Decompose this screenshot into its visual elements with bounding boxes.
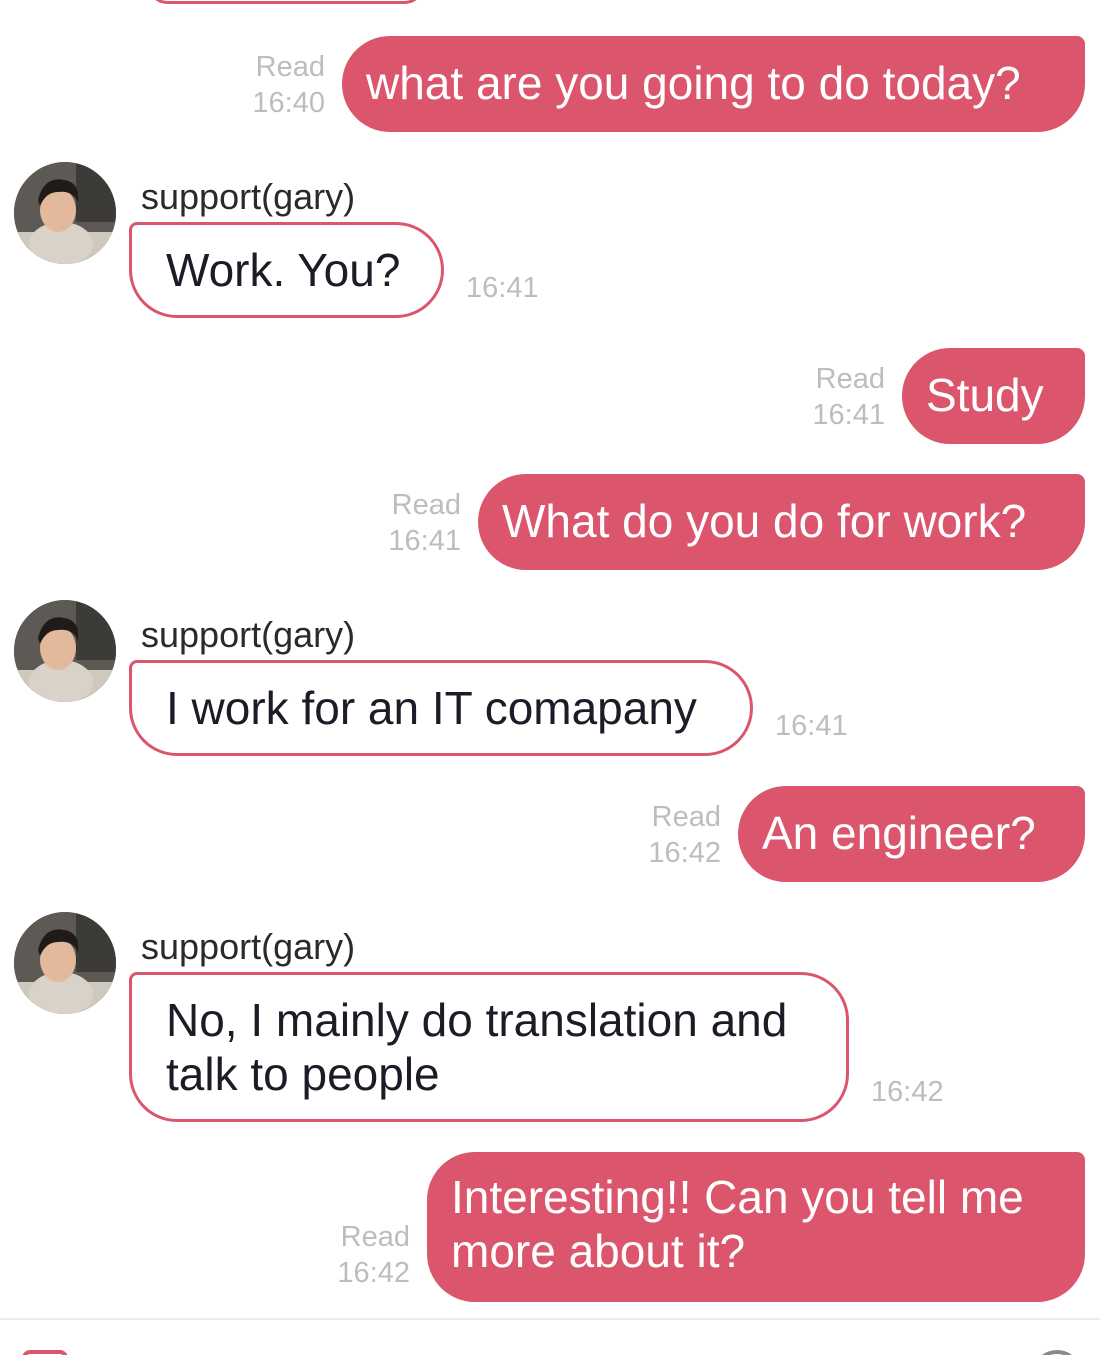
avatar[interactable] xyxy=(14,162,116,264)
sender-name: support(gary) xyxy=(141,176,356,217)
message-time: 16:40 xyxy=(252,87,325,119)
message-text: I work for an IT comapany xyxy=(166,682,697,734)
sticker-icon[interactable] xyxy=(22,1350,68,1355)
message-time: 16:42 xyxy=(337,1257,410,1289)
avatar-photo xyxy=(14,162,116,264)
message-text: What do you do for work? xyxy=(502,495,1027,547)
message-text: Study xyxy=(926,369,1044,421)
outgoing-message-bubble[interactable]: Study xyxy=(902,348,1085,444)
avatar-photo xyxy=(14,600,116,702)
message-text: what are you going to do today? xyxy=(366,57,1021,109)
avatar[interactable] xyxy=(14,600,116,702)
outgoing-message-bubble[interactable]: An engineer? xyxy=(738,786,1085,882)
read-status: Read 16:41 xyxy=(366,487,461,559)
message-time: 16:42 xyxy=(648,837,721,869)
message-text: Work. You? xyxy=(166,244,401,296)
incoming-message-bubble[interactable]: Work. You? xyxy=(129,222,444,318)
message-time: 16:42 xyxy=(871,1076,944,1108)
message-time: 16:41 xyxy=(812,399,885,431)
read-label: Read xyxy=(391,489,461,521)
read-label: Read xyxy=(815,363,885,395)
message-text: An engineer? xyxy=(762,807,1036,859)
outgoing-message-bubble[interactable]: what are you going to do today? xyxy=(342,36,1085,132)
incoming-message-bubble[interactable]: No, I mainly do translation and talk to … xyxy=(129,972,849,1122)
message-input-bar xyxy=(0,1318,1100,1355)
message-time: 16:41 xyxy=(466,272,539,304)
message-time: 16:41 xyxy=(775,710,848,742)
previous-message-bubble xyxy=(146,0,426,4)
sender-name: support(gary) xyxy=(141,926,356,967)
avatar-photo xyxy=(14,912,116,1014)
outgoing-message-bubble[interactable]: Interesting!! Can you tell me more about… xyxy=(427,1152,1085,1302)
chat-thread: Read 16:40 what are you going to do toda… xyxy=(0,0,1100,1355)
incoming-message-bubble[interactable]: I work for an IT comapany xyxy=(129,660,753,756)
read-status: Read 16:41 xyxy=(790,361,885,433)
read-label: Read xyxy=(651,801,721,833)
read-status: Read 16:42 xyxy=(315,1219,410,1291)
read-status: Read 16:40 xyxy=(230,49,325,121)
read-label: Read xyxy=(255,51,325,83)
sender-name: support(gary) xyxy=(141,614,356,655)
avatar[interactable] xyxy=(14,912,116,1014)
read-status: Read 16:42 xyxy=(626,799,721,871)
message-text: No, I mainly do translation and talk to … xyxy=(166,994,788,1100)
outgoing-message-bubble[interactable]: What do you do for work? xyxy=(478,474,1085,570)
message-text: Interesting!! Can you tell me more about… xyxy=(451,1171,1024,1277)
message-time: 16:41 xyxy=(388,525,461,557)
read-label: Read xyxy=(340,1221,410,1253)
emoji-icon[interactable] xyxy=(1032,1350,1082,1355)
